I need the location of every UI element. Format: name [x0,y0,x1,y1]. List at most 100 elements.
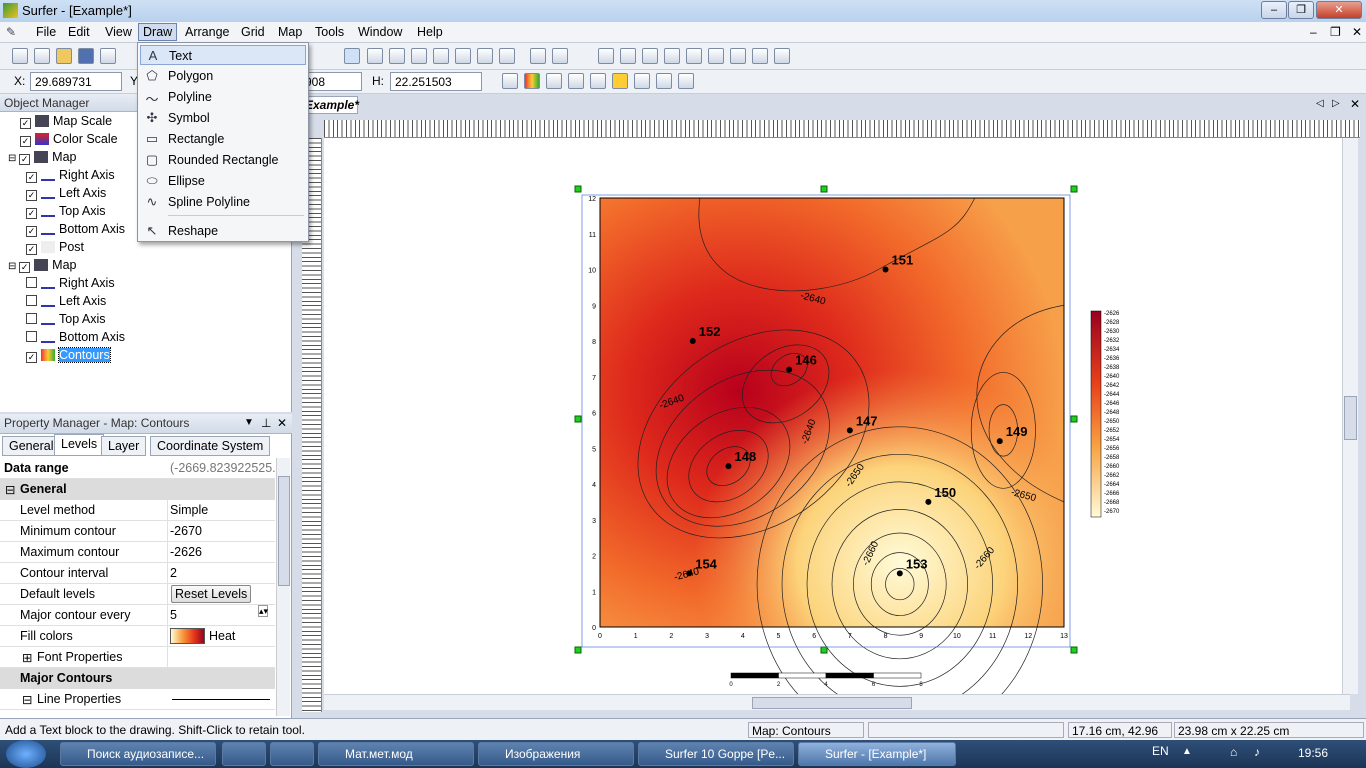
tree-item[interactable]: Bottom Axis [26,330,125,344]
select-tool-icon[interactable] [344,48,360,64]
property-row[interactable]: Contour interval 2 [0,563,275,584]
property-value[interactable]: -2670 [170,524,202,538]
selection-handle[interactable] [1070,646,1078,654]
vertical-scrollbar[interactable] [1342,138,1358,694]
task-ie[interactable] [222,742,266,766]
map-contour-icon[interactable] [524,73,540,89]
menu-grid[interactable]: Grid [241,25,265,39]
selection-handle[interactable] [574,415,582,423]
map-classed-post-icon[interactable] [568,73,584,89]
zoom-out-icon[interactable] [389,48,405,64]
polyline-tool-icon[interactable] [642,48,658,64]
network-icon[interactable]: ⌂ [1230,745,1237,759]
draw-menu-item-polygon[interactable]: ⬠ Polygon [140,66,306,86]
map-post-icon[interactable] [546,73,562,89]
heat-swatch[interactable] [170,628,205,644]
visibility-checkbox[interactable]: ✓ [26,244,37,255]
language-indicator[interactable]: EN [1152,744,1169,758]
tree-item[interactable]: ✓ Color Scale [8,132,118,147]
map-3d-surface-icon[interactable] [656,73,672,89]
x-field[interactable]: 29.689731 [30,72,122,91]
tab-close-icon[interactable]: ✕ [1350,97,1360,111]
text-tool-icon[interactable] [598,48,614,64]
property-row[interactable]: Level method Simple [0,500,275,521]
visibility-checkbox[interactable]: ✓ [26,190,37,201]
draw-menu-item-rectangle[interactable]: ▭ Rectangle [140,129,306,149]
visibility-checkbox[interactable]: ✓ [26,208,37,219]
save-icon[interactable] [78,48,94,64]
spinner-icon[interactable]: ▴▾ [258,605,268,617]
ellipse-tool-icon[interactable] [730,48,746,64]
new-worksheet-icon[interactable] [12,48,28,64]
property-row[interactable]: Default levels Reset Levels [0,584,275,605]
property-value[interactable]: 2 [170,566,177,580]
draw-menu-item-symbol[interactable]: ✣ Symbol [140,108,306,128]
tree-item[interactable]: ✓ Right Axis [26,168,115,183]
visibility-checkbox[interactable]: ✓ [20,136,31,147]
line-properties-row[interactable]: ⊟ Line Properties [0,689,275,710]
task-firefox[interactable] [270,742,314,766]
tab-levels[interactable]: Levels [54,434,105,456]
redraw-icon[interactable] [552,48,568,64]
menu-draw[interactable]: Draw [138,23,178,41]
visibility-checkbox[interactable] [26,277,37,288]
polygon-tool-icon[interactable] [620,48,636,64]
panel-close-icon[interactable]: ✕ [277,416,287,430]
map-shaded-relief-icon[interactable] [612,73,628,89]
selection-handle[interactable] [574,185,582,193]
track-cursor-icon[interactable] [530,48,546,64]
tree-item[interactable]: ✓ Map Scale [8,114,112,129]
doc-minimize-icon[interactable]: – [1310,25,1317,39]
task-surfer[interactable]: Surfer - [Example*] [798,742,956,766]
collapse-icon[interactable]: ⊟ [5,482,15,497]
menu-arrange[interactable]: Arrange [185,25,229,39]
selection-handle[interactable] [1070,415,1078,423]
vscroll-thumb[interactable] [1344,396,1357,440]
menu-tools[interactable]: Tools [315,25,344,39]
property-row[interactable]: Minimum contour -2670 [0,521,275,542]
major-contours-section[interactable]: Major Contours [0,668,275,689]
visibility-checkbox[interactable]: ✓ [20,118,31,129]
menu-map[interactable]: Map [278,25,302,39]
draw-menu-item-ellipse[interactable]: ⬭ Ellipse [140,171,306,191]
zoom-rect-icon[interactable] [411,48,427,64]
panel-dropdown-icon[interactable]: ▼ [244,417,254,428]
menu-file[interactable]: File [36,25,56,39]
general-section[interactable]: ⊟ General [0,479,275,500]
property-row[interactable]: Fill colors Heat [0,626,275,647]
tree-item[interactable]: ✓ Contours [26,347,111,363]
collapse-icon[interactable]: ⊟ [22,692,32,707]
tab-right-icon[interactable]: ▷ [1332,98,1340,109]
zoom-selected-icon[interactable] [455,48,471,64]
tree-item[interactable]: ✓ Post [26,240,84,255]
volume-icon[interactable]: ♪ [1254,745,1260,759]
maximize-button[interactable]: ❐ [1288,1,1314,19]
horizontal-scrollbar[interactable] [324,694,1350,710]
visibility-checkbox[interactable] [26,331,37,342]
selection-handle[interactable] [1070,185,1078,193]
property-value[interactable]: Simple [170,503,208,517]
tree-item[interactable]: ✓ Top Axis [26,204,106,219]
minimize-button[interactable]: – [1261,1,1287,19]
pan-icon[interactable] [499,48,515,64]
rectangle-tool-icon[interactable] [686,48,702,64]
map-3d-wireframe-icon[interactable] [678,73,694,89]
visibility-checkbox[interactable]: ✓ [26,352,37,363]
tab-left-icon[interactable]: ◁ [1316,98,1324,109]
property-row[interactable]: Major contour every 5 ▴▾ [0,605,275,626]
contour-map[interactable]: 0 1 2 3 4 5 6 7 8 9 10 11 12 130123456789101112-2640-… [324,138,1342,694]
selection-handle[interactable] [574,646,582,654]
visibility-checkbox[interactable]: ✓ [19,154,31,165]
draw-menu-item-text[interactable]: A Text [140,45,306,65]
tree-item[interactable]: ⊟ ✓ Map [8,150,77,165]
reset-levels-button[interactable]: Reset Levels [171,585,252,603]
menu-window[interactable]: Window [358,25,402,39]
visibility-checkbox[interactable] [26,295,37,306]
tray-arrow-icon[interactable]: ▲ [1182,746,1192,757]
doc-close-icon[interactable]: ✕ [1352,25,1362,39]
start-button[interactable] [6,740,46,768]
rounded-rect-tool-icon[interactable] [708,48,724,64]
menu-view[interactable]: View [105,25,132,39]
close-button[interactable]: ✕ [1316,1,1362,19]
open-icon[interactable] [56,48,72,64]
